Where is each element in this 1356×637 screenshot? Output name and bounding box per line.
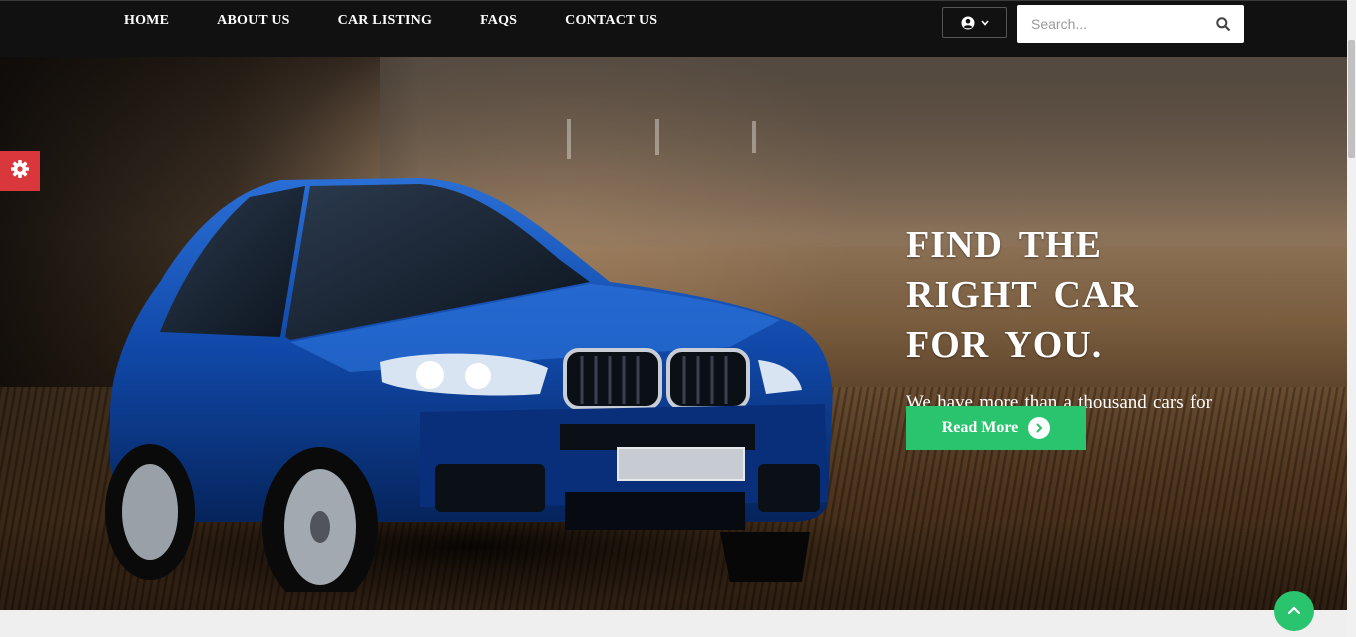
top-navbar: HOME ABOUT US CAR LISTING FAQS CONTACT U…: [0, 0, 1347, 57]
background-post: [752, 121, 756, 153]
read-more-button[interactable]: Read More: [906, 406, 1086, 450]
gear-icon: [10, 159, 30, 184]
chevron-right-circle-icon: [1028, 417, 1051, 439]
main-menu: HOME ABOUT US CAR LISTING FAQS CONTACT U…: [124, 13, 657, 29]
nav-home-link[interactable]: HOME: [124, 13, 169, 29]
user-account-dropdown[interactable]: [942, 7, 1007, 38]
user-circle-icon: [961, 16, 975, 30]
search-icon[interactable]: [1216, 17, 1230, 36]
chevron-down-icon: [980, 19, 989, 26]
search-input[interactable]: [1017, 5, 1207, 43]
hero-banner: FIND THE RIGHT CAR FOR YOU. We have more…: [0, 57, 1347, 610]
page: HOME ABOUT US CAR LISTING FAQS CONTACT U…: [0, 0, 1356, 637]
back-to-top-button[interactable]: [1274, 591, 1314, 631]
nav-car-listing-link[interactable]: CAR LISTING: [338, 13, 432, 29]
blue-suv-image: [105, 178, 833, 592]
search-box: [1017, 5, 1244, 43]
hero-content: FIND THE RIGHT CAR FOR YOU. We have more…: [906, 220, 1236, 450]
scrollbar-thumb[interactable]: [1348, 40, 1355, 158]
settings-panel-toggle[interactable]: [0, 151, 40, 191]
page-scrollbar[interactable]: [1347, 0, 1356, 637]
read-more-label: Read More: [941, 419, 1019, 436]
background-post: [655, 119, 659, 155]
nav-faqs-link[interactable]: FAQS: [480, 13, 517, 29]
hero-title: FIND THE RIGHT CAR FOR YOU.: [906, 224, 1139, 366]
background-post: [567, 119, 571, 159]
nav-contact-us-link[interactable]: CONTACT US: [565, 13, 657, 29]
nav-about-us-link[interactable]: ABOUT US: [217, 13, 290, 29]
chevron-up-icon: [1287, 602, 1301, 620]
